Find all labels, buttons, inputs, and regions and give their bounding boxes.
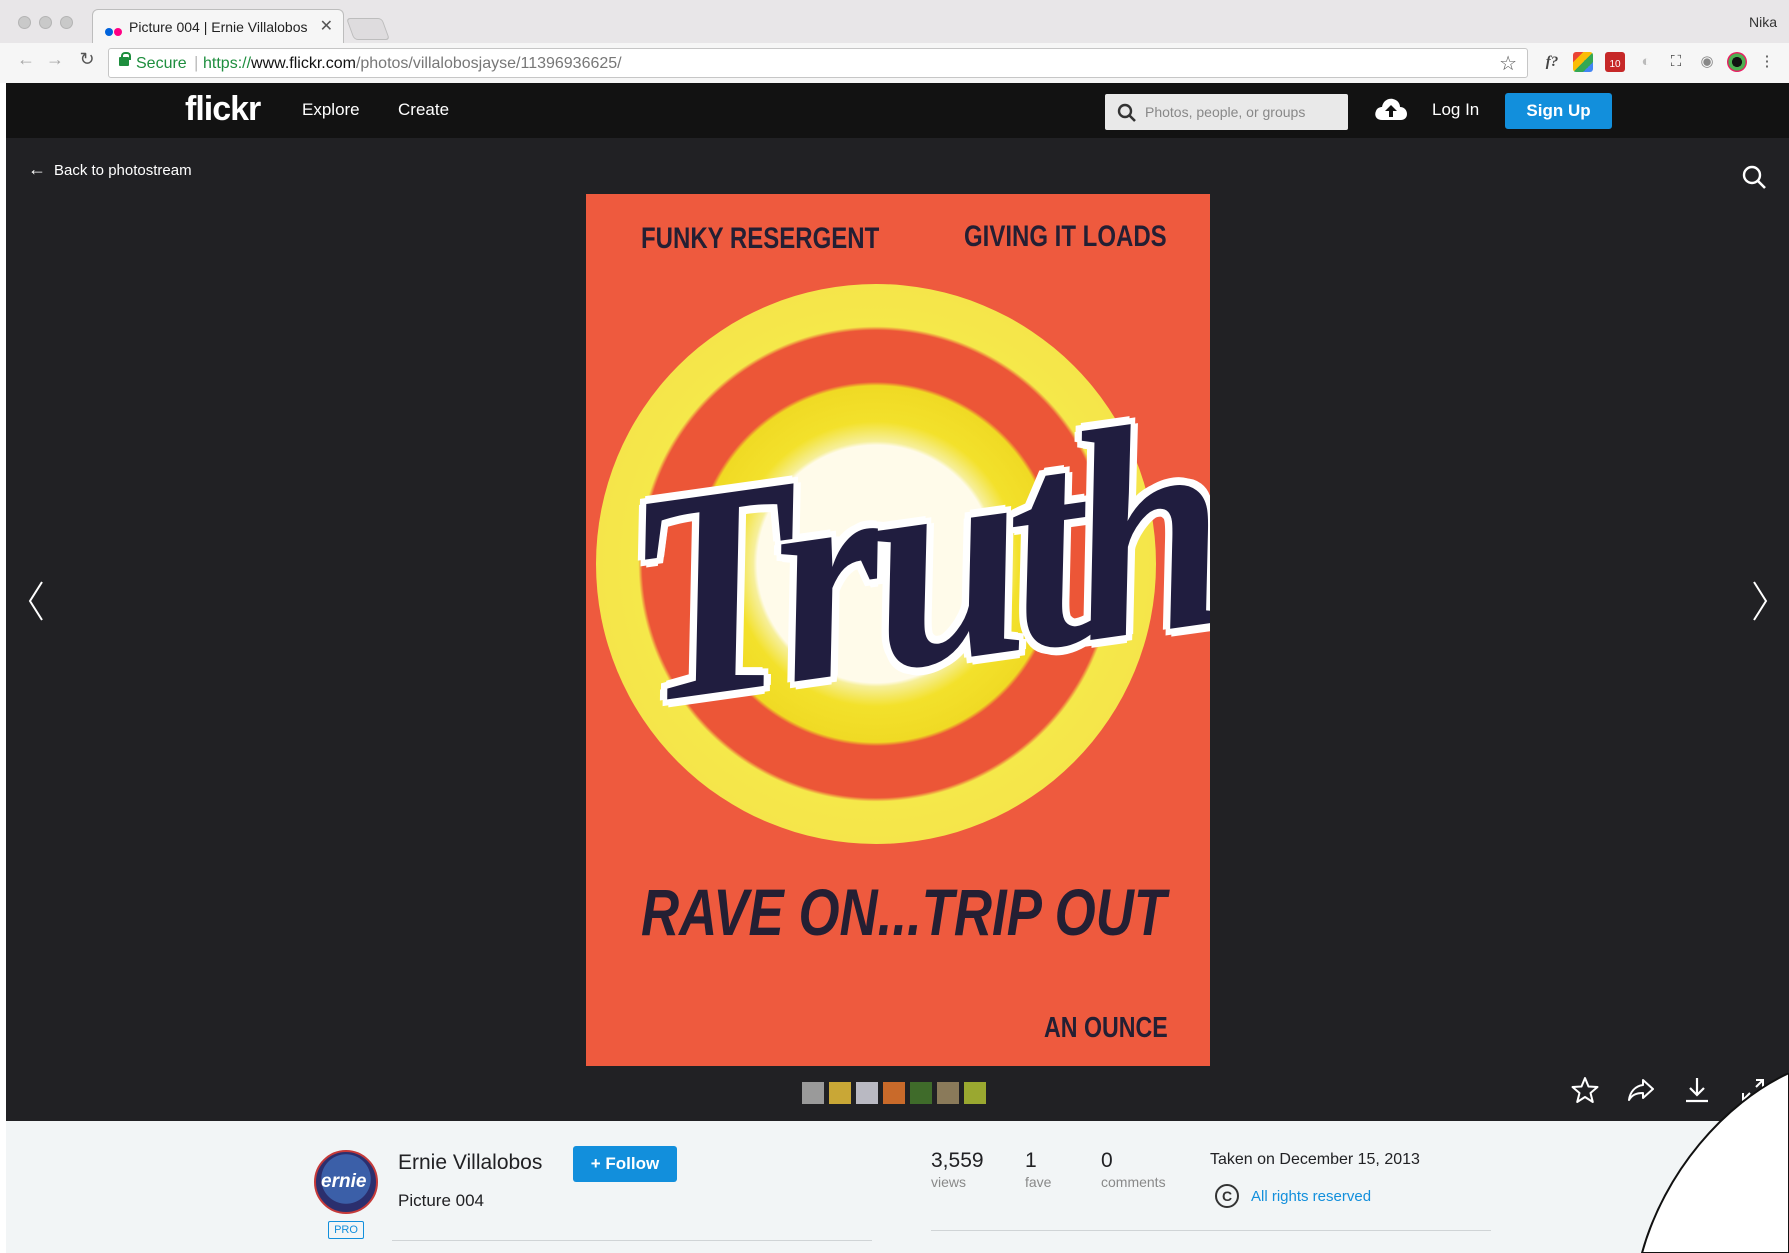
photo-info-panel: ernie PRO Ernie Villalobos + Follow Pict… [6, 1121, 1789, 1253]
calendar-extension-icon[interactable]: 10 [1605, 52, 1625, 72]
owner-name-link[interactable]: Ernie Villalobos [398, 1151, 542, 1175]
browser-tab[interactable]: Picture 004 | Ernie Villalobos | ✕ [92, 9, 344, 43]
previous-photo-arrow-icon[interactable] [26, 580, 46, 622]
comments-label: comments [1101, 1174, 1166, 1190]
main-photo: FUNKY RESERGENT GIVING IT LOADS Truth RA… [586, 194, 1210, 1066]
nav-explore[interactable]: Explore [302, 100, 360, 120]
poster-slogan: RAVE ON...TRIP OUT [641, 875, 1167, 949]
photostream-thumbnail[interactable] [856, 1082, 878, 1104]
url-host: www.flickr.com [251, 55, 356, 72]
fave-star-icon[interactable] [1571, 1076, 1599, 1104]
secure-label: Secure [136, 55, 187, 72]
photostream-thumbnail[interactable] [829, 1082, 851, 1104]
upload-cloud-icon[interactable] [1373, 96, 1409, 122]
photostream-thumbnail[interactable] [802, 1082, 824, 1104]
camera-icon[interactable]: ◉ [1697, 52, 1717, 72]
url-scheme: https:// [203, 55, 252, 72]
poster-text-top-left: FUNKY RESERGENT [641, 222, 880, 255]
site-search [1105, 94, 1348, 130]
close-tab-icon[interactable]: ✕ [320, 16, 333, 36]
owner-avatar[interactable]: ernie [314, 1150, 378, 1214]
new-tab-button[interactable] [345, 18, 391, 40]
photostream-thumbnail[interactable] [883, 1082, 905, 1104]
back-arrow-icon[interactable]: ← [14, 49, 38, 70]
photo-title: Picture 004 [398, 1191, 484, 1210]
screen-capture-icon[interactable]: ⛶ [1666, 52, 1686, 72]
lock-icon [119, 52, 131, 66]
color-picker-extension-icon[interactable] [1727, 52, 1747, 72]
pro-badge: PRO [328, 1221, 364, 1239]
signup-button[interactable]: Sign Up [1505, 93, 1612, 129]
browser-toolbar: ← → ↻ Secure | https://www.flickr.com/ph… [0, 43, 1789, 83]
comments-count: 0 [1101, 1149, 1113, 1172]
power-extension-icon[interactable]: ◐ [1636, 52, 1656, 72]
search-input[interactable] [1145, 100, 1340, 124]
avatar-text: ernie [321, 1171, 367, 1192]
poster-logo-word: Truth [607, 356, 1210, 767]
maps-extension-icon[interactable] [1573, 52, 1593, 72]
faves-label: fave [1025, 1174, 1052, 1190]
bookmark-star-icon[interactable]: ☆ [1499, 51, 1517, 76]
divider [931, 1230, 1491, 1231]
maximize-window-button[interactable] [60, 16, 73, 29]
poster-text-top-right: GIVING IT LOADS [964, 220, 1167, 253]
search-icon[interactable] [1741, 164, 1767, 190]
follow-button[interactable]: + Follow [573, 1146, 677, 1182]
url-text: https://www.flickr.com/photos/villalobos… [203, 55, 622, 73]
back-arrow-icon: ← [28, 159, 46, 179]
search-icon [1117, 103, 1136, 122]
taken-date: Taken on December 15, 2013 [1210, 1151, 1420, 1168]
poster-text-bottom-right: AN OUNCE [1044, 1012, 1168, 1044]
divider [392, 1240, 872, 1241]
photostream-thumbnails [802, 1082, 986, 1104]
flickr-logo[interactable]: flickr [185, 90, 261, 129]
views-stat: 3,559 views [931, 1149, 984, 1190]
faves-count: 1 [1025, 1149, 1037, 1172]
page-curl-decoration [1640, 1073, 1789, 1253]
flickr-favicon-icon [105, 23, 123, 41]
address-bar[interactable]: Secure | https://www.flickr.com/photos/v… [108, 48, 1528, 78]
views-count: 3,559 [931, 1149, 984, 1172]
reload-icon[interactable]: ↻ [75, 49, 99, 70]
next-photo-arrow-icon[interactable] [1750, 580, 1770, 622]
font-finder-extension-icon[interactable]: f? [1542, 52, 1562, 72]
forward-arrow-icon[interactable]: → [43, 49, 67, 70]
photo-stage: ← Back to photostream FUNKY RESERGENT GIV… [6, 138, 1789, 1121]
back-to-photostream-label: Back to photostream [54, 162, 192, 179]
comments-stat: 0 comments [1101, 1149, 1166, 1190]
browser-chrome: Picture 004 | Ernie Villalobos | ✕ Nika … [0, 0, 1789, 83]
browser-menu-icon[interactable]: ⋮ [1757, 52, 1777, 72]
profile-name[interactable]: Nika [1749, 14, 1777, 30]
close-window-button[interactable] [18, 16, 31, 29]
login-link[interactable]: Log In [1432, 100, 1479, 120]
photostream-thumbnail[interactable] [937, 1082, 959, 1104]
faves-stat: 1 fave [1025, 1149, 1051, 1190]
copyright-icon: C [1215, 1184, 1239, 1208]
photostream-thumbnail[interactable] [910, 1082, 932, 1104]
license-link[interactable]: All rights reserved [1251, 1188, 1371, 1205]
tab-title: Picture 004 | Ernie Villalobos | [129, 19, 307, 35]
views-label: views [931, 1174, 967, 1190]
nav-create[interactable]: Create [398, 100, 449, 120]
url-path: /photos/villalobosjayse/11396936625/ [355, 55, 622, 72]
site-header: flickr Explore Create Log In Sign Up [6, 83, 1789, 138]
photostream-thumbnail[interactable] [964, 1082, 986, 1104]
back-to-photostream-link[interactable]: ← Back to photostream [28, 159, 192, 180]
url-separator: | [194, 53, 199, 72]
minimize-window-button[interactable] [39, 16, 52, 29]
